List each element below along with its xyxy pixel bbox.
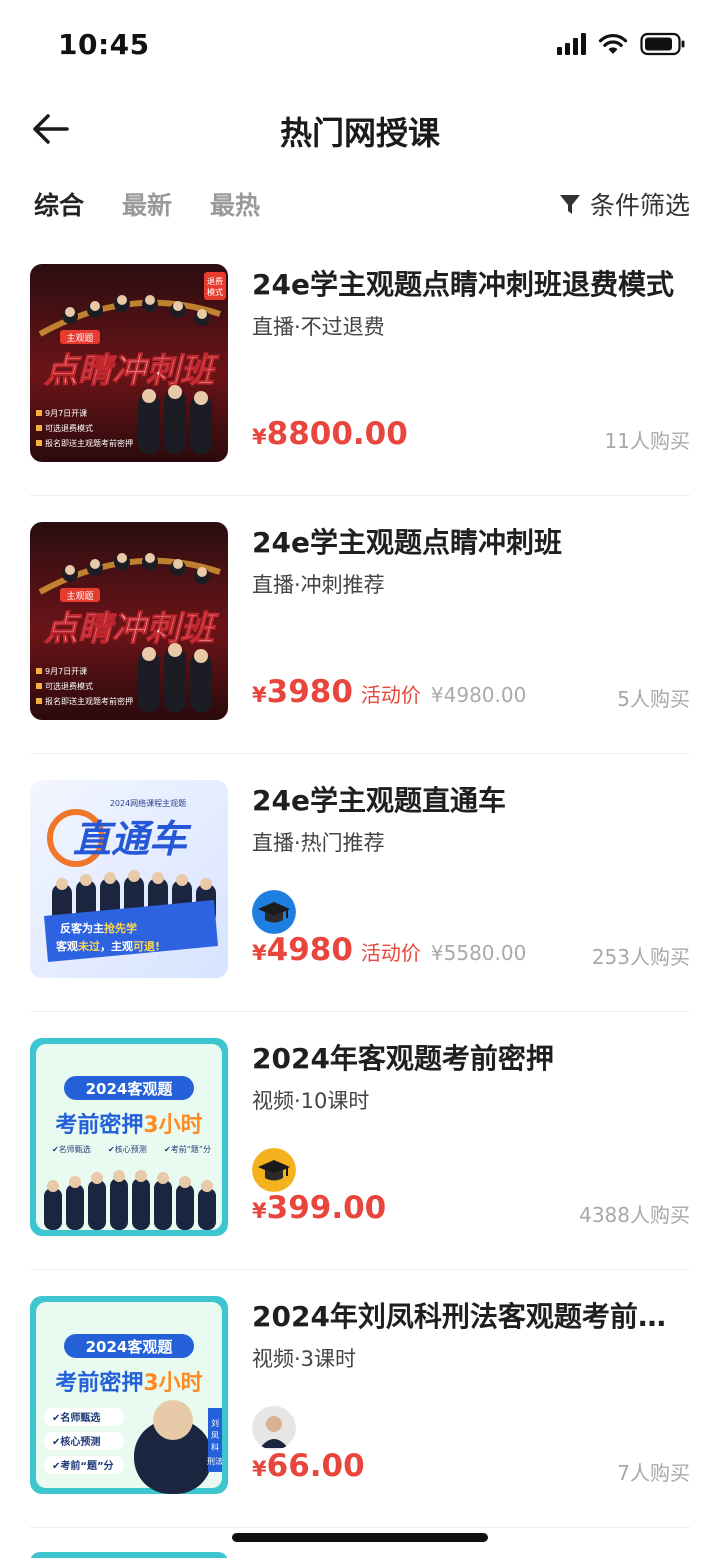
- course-info: 2024年客观题考前密押 视频·10课时 ¥ 399.00 4388人购买: [252, 1038, 690, 1238]
- svg-text:✔考前“题”分: ✔考前“题”分: [164, 1144, 211, 1154]
- svg-text:主观题: 主观题: [66, 332, 93, 344]
- svg-text:报名即送主观题考前密押: 报名即送主观题考前密押: [45, 438, 133, 448]
- course-list: 退费 模式 主观题 点睛冲刺班 9月7日开课 可选退费模式 报名即送主观题考前密…: [30, 238, 690, 1528]
- course-subtitle: 视频·3课时: [252, 1347, 357, 1371]
- svg-text:✔考前“题”分: ✔考前“题”分: [52, 1459, 114, 1472]
- svg-text:模式: 模式: [207, 287, 223, 297]
- svg-text:考前密押3小时: 考前密押3小时: [55, 1112, 202, 1138]
- course-price: 8800.00: [266, 416, 408, 452]
- currency-symbol: ¥: [252, 941, 267, 965]
- buyer-count: 4388人购买: [579, 1203, 690, 1227]
- battery-icon: [640, 32, 686, 56]
- course-thumbnail: 2024客观题 考前密押3小时 ✔名师甄选 ✔核心预测 ✔考前“题”分: [30, 1038, 228, 1236]
- course-item[interactable]: 主观题 点睛冲刺班 9月7日开课 可选退费模式 报名即送主观题考前密押 24e学…: [30, 496, 690, 754]
- wifi-icon: [598, 33, 628, 55]
- svg-text:主观题: 主观题: [66, 590, 93, 602]
- course-info: 24e学主观题点睛冲刺班退费模式 直播·不过退费 ¥ 8800.00 11人购买: [252, 264, 690, 464]
- course-price: 4980: [266, 932, 353, 968]
- cellular-signal-icon: [557, 33, 586, 55]
- page-title: 热门网授课: [279, 114, 440, 152]
- nav-bar: 热门网授课: [0, 90, 720, 168]
- svg-text:考前密押3小时: 考前密押3小时: [55, 1370, 202, 1396]
- course-item[interactable]: 退费 模式 主观题 点睛冲刺班 9月7日开课 可选退费模式 报名即送主观题考前密…: [30, 238, 690, 496]
- svg-text:2024客观题: 2024客观题: [86, 1080, 174, 1098]
- course-title: 24e学主观题点睛冲刺班退费模式: [252, 268, 674, 301]
- status-time: 10:45: [58, 28, 150, 61]
- course-title: 24e学主观题直通车: [252, 784, 506, 817]
- course-price: 399.00: [266, 1190, 387, 1226]
- tab-comprehensive[interactable]: 综合: [34, 186, 84, 222]
- svg-text:反客为主抢先学: 反客为主抢先学: [60, 921, 137, 935]
- svg-text:9月7日开课: 9月7日开课: [45, 409, 87, 418]
- buyer-count: 7人购买: [617, 1461, 690, 1485]
- buyer-count: 253人购买: [591, 945, 690, 969]
- next-course-thumbnail-peek: [30, 1552, 228, 1558]
- currency-symbol: ¥: [252, 1457, 267, 1481]
- course-subtitle: 直播·热门推荐: [252, 831, 385, 855]
- svg-text:刑法: 刑法: [207, 1456, 223, 1466]
- course-subtitle: 直播·不过退费: [252, 315, 385, 339]
- svg-text:2024网络课程主观题: 2024网络课程主观题: [110, 798, 186, 808]
- currency-symbol: ¥: [252, 683, 267, 707]
- course-title: 24e学主观题点睛冲刺班: [252, 526, 562, 559]
- course-title: 2024年刘凤科刑法客观题考前密押: [252, 1300, 690, 1333]
- svg-text:客观未过，主观可退!: 客观未过，主观可退!: [55, 939, 160, 953]
- original-price: ¥5580.00: [430, 941, 527, 965]
- svg-text:✔名师甄选: ✔名师甄选: [52, 1411, 100, 1424]
- svg-text:2024客观题: 2024客观题: [86, 1338, 174, 1356]
- buyer-count: 11人购买: [604, 429, 690, 453]
- home-indicator[interactable]: [232, 1533, 488, 1542]
- course-thumbnail: 主观题 点睛冲刺班 9月7日开课 可选退费模式 报名即送主观题考前密押: [30, 522, 228, 720]
- svg-text:刘: 刘: [211, 1418, 219, 1428]
- promo-label: 活动价: [360, 941, 421, 965]
- svg-text:报名即送主观题考前密押: 报名即送主观题考前密押: [45, 696, 133, 706]
- course-subtitle: 视频·10课时: [252, 1089, 370, 1113]
- svg-text:✔名师甄选: ✔名师甄选: [52, 1144, 91, 1154]
- svg-text:凤: 凤: [211, 1431, 219, 1440]
- course-title: 2024年客观题考前密押: [252, 1042, 554, 1075]
- svg-text:点睛冲刺班: 点睛冲刺班: [44, 351, 220, 391]
- filter-label: 条件筛选: [589, 191, 690, 220]
- promo-label: 活动价: [360, 683, 421, 707]
- course-info: 2024年刘凤科刑法客观题考前密押 视频·3课时 ¥ 66.00 7人购买: [252, 1296, 690, 1496]
- course-info: 24e学主观题直通车 直播·热门推荐 ¥ 4980 活动价 ¥5580.00 2…: [252, 780, 690, 980]
- course-thumbnail: 2024网络课程主观题 直通车 反客为主抢先学 客观未过，主观可退!: [30, 780, 228, 978]
- graduation-cap-icon: [252, 890, 296, 934]
- tab-hottest[interactable]: 最热: [210, 186, 260, 222]
- course-subtitle: 直播·冲刺推荐: [252, 573, 385, 597]
- graduation-cap-icon: [252, 1148, 296, 1192]
- svg-text:可选退费模式: 可选退费模式: [45, 423, 93, 433]
- tab-newest[interactable]: 最新: [122, 186, 172, 222]
- thumb-badge: 退费: [207, 276, 223, 286]
- course-info: 24e学主观题点睛冲刺班 直播·冲刺推荐 ¥ 3980 活动价 ¥4980.00…: [252, 522, 690, 722]
- currency-symbol: ¥: [252, 425, 267, 449]
- course-price: 66.00: [266, 1448, 365, 1484]
- currency-symbol: ¥: [252, 1199, 267, 1223]
- buyer-count: 5人购买: [617, 687, 690, 711]
- course-item[interactable]: 2024客观题 考前密押3小时 ✔名师甄选 ✔核心预测 ✔考前“题”分 刘 凤 …: [30, 1270, 690, 1528]
- svg-text:点睛冲刺班: 点睛冲刺班: [44, 609, 220, 649]
- course-price: 3980: [266, 674, 353, 710]
- svg-text:✔核心预测: ✔核心预测: [52, 1435, 100, 1448]
- filter-button[interactable]: 条件筛选: [558, 186, 690, 222]
- course-thumbnail: 2024客观题 考前密押3小时 ✔名师甄选 ✔核心预测 ✔考前“题”分 刘 凤 …: [30, 1296, 228, 1494]
- svg-text:可选退费模式: 可选退费模式: [45, 681, 93, 691]
- status-icons: [557, 32, 686, 56]
- teacher-avatar: [252, 1406, 296, 1450]
- svg-text:科: 科: [211, 1442, 219, 1452]
- status-bar: 10:45: [0, 0, 720, 90]
- svg-text:直通车: 直通车: [73, 817, 192, 861]
- course-item[interactable]: 2024网络课程主观题 直通车 反客为主抢先学 客观未过，主观可退! 24e学主…: [30, 754, 690, 1012]
- course-item[interactable]: 2024客观题 考前密押3小时 ✔名师甄选 ✔核心预测 ✔考前“题”分 2024年客…: [30, 1012, 690, 1270]
- sort-tab-bar: 综合 最新 最热 条件筛选: [0, 168, 720, 238]
- svg-text:9月7日开课: 9月7日开课: [45, 667, 87, 676]
- original-price: ¥4980.00: [430, 683, 527, 707]
- course-thumbnail: 退费 模式 主观题 点睛冲刺班 9月7日开课 可选退费模式 报名即送主观题考前密…: [30, 264, 228, 462]
- funnel-icon: [559, 195, 580, 214]
- svg-text:✔核心预测: ✔核心预测: [108, 1144, 147, 1154]
